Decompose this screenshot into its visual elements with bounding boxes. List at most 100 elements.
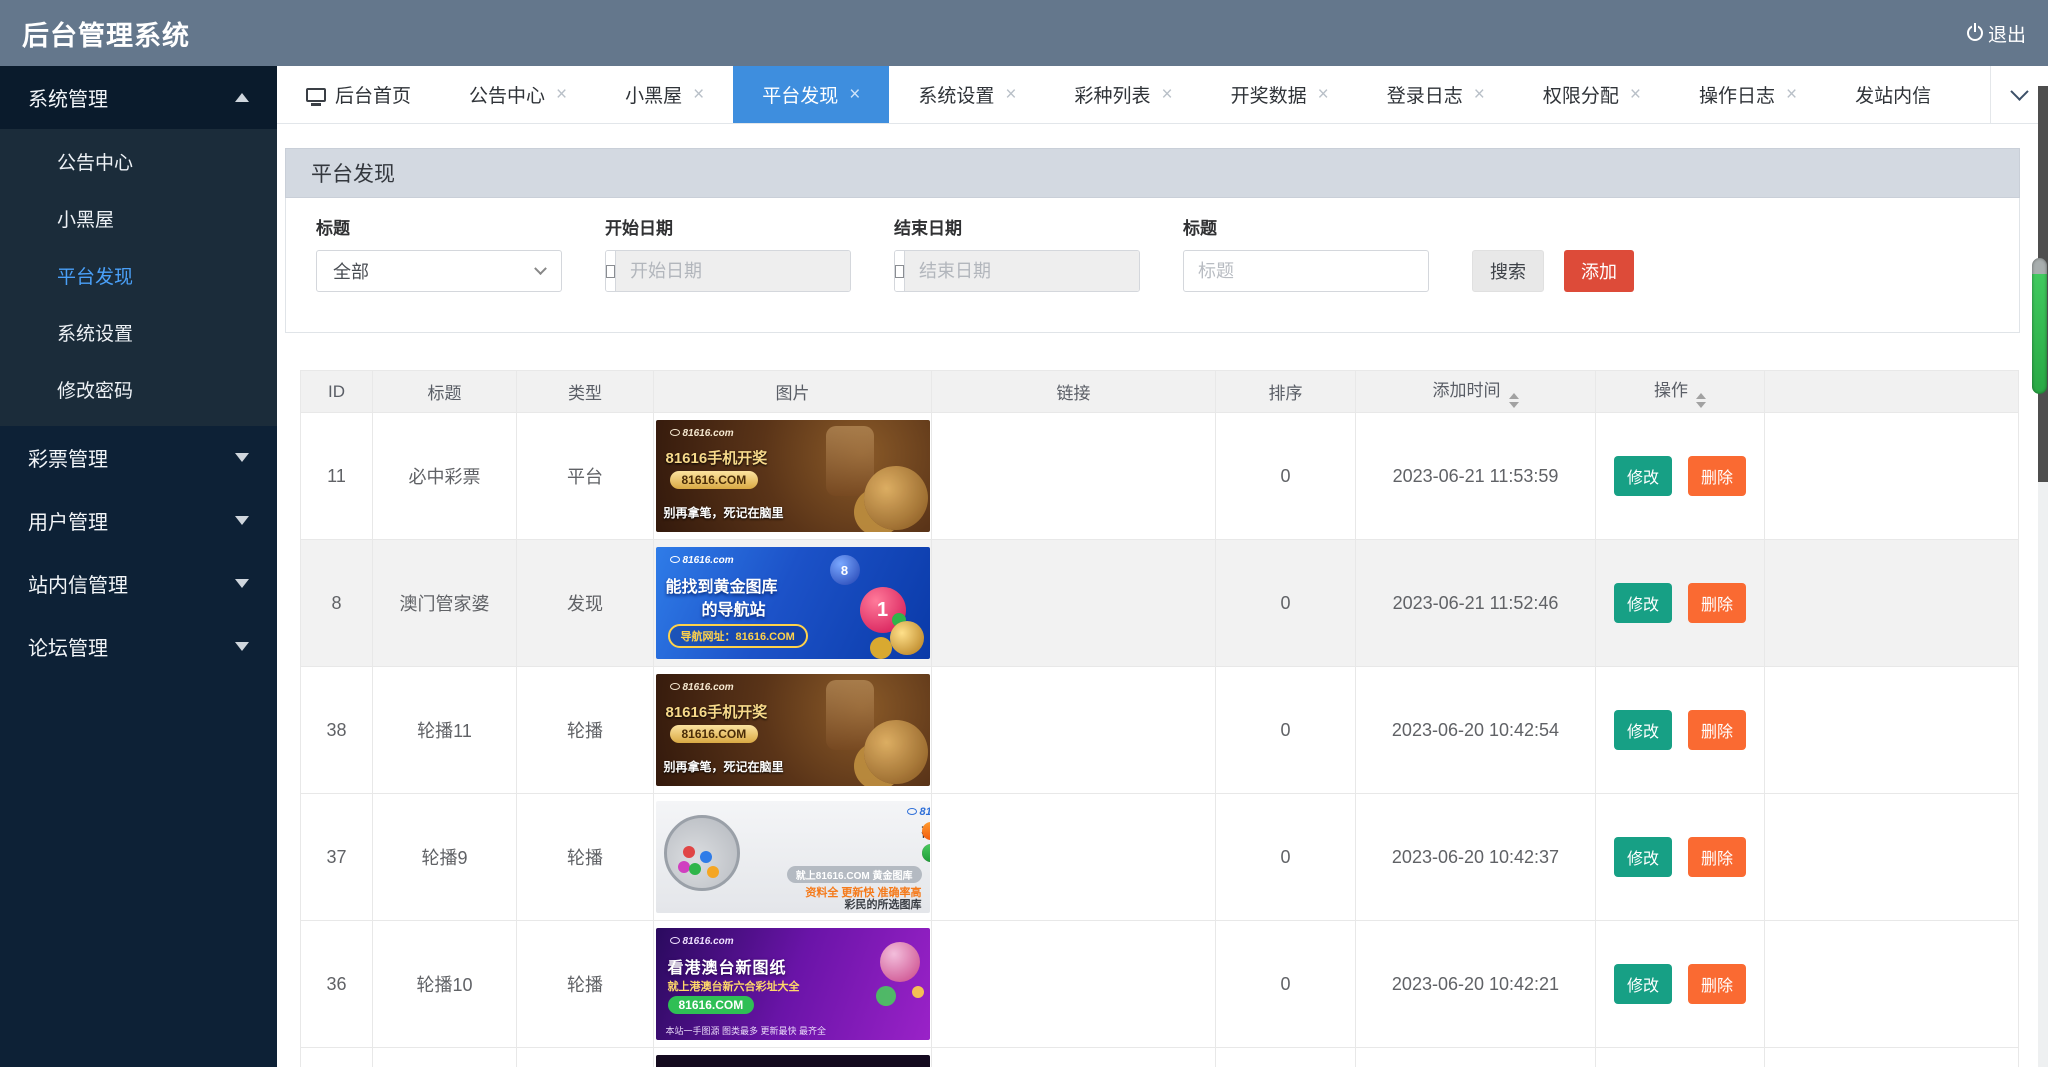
- tab-label: 后台首页: [335, 81, 411, 108]
- type-select[interactable]: 全部: [316, 250, 562, 292]
- close-icon[interactable]: [556, 85, 567, 104]
- sidebar-group-users[interactable]: 用户管理: [0, 489, 277, 552]
- cell-sort: 0: [1216, 413, 1356, 540]
- tab-system-settings[interactable]: 系统设置: [889, 66, 1045, 123]
- cell-title: 轮播11: [373, 667, 517, 794]
- sidebar-submenu: 公告中心 小黑屋 平台发现 系统设置 修改密码: [0, 129, 277, 426]
- sidebar-item-announcement-center[interactable]: 公告中心: [0, 135, 277, 192]
- sidebar-group-lottery[interactable]: 彩票管理: [0, 426, 277, 489]
- delete-button[interactable]: 删除: [1688, 837, 1746, 877]
- delete-button[interactable]: 删除: [1688, 583, 1746, 623]
- cell-image: 81616.com 看港澳台新图纸 就上港澳台新六合彩址大全 81616.COM…: [654, 921, 932, 1048]
- tab-login-log[interactable]: 登录日志: [1358, 66, 1514, 123]
- cell-sort: 0: [1216, 667, 1356, 794]
- edit-button[interactable]: 修改: [1614, 837, 1672, 877]
- close-icon[interactable]: [1474, 85, 1485, 104]
- table-row: 36 轮播10 轮播 81616.com 看港澳台新图纸 就上港澳台新六合彩址大…: [301, 921, 2019, 1048]
- start-date-input[interactable]: [616, 251, 851, 291]
- cell-time: 2023-06-20 10:42:37: [1356, 794, 1596, 921]
- cell-empty: [1765, 921, 2019, 1048]
- tab-operation-log[interactable]: 操作日志: [1670, 66, 1826, 123]
- cell-id: 36: [301, 921, 373, 1048]
- search-button[interactable]: 搜索: [1472, 250, 1544, 292]
- add-button[interactable]: 添加: [1564, 250, 1634, 292]
- scrollbar-thumb[interactable]: [2032, 258, 2047, 394]
- sidebar-group-label: 论坛管理: [28, 632, 108, 661]
- app-header: 后台管理系统 退出: [0, 0, 2048, 66]
- scrollbar: [2038, 86, 2048, 1067]
- delete-button[interactable]: 删除: [1688, 456, 1746, 496]
- cell-actions: 修改删除: [1596, 794, 1765, 921]
- col-sort: 排序: [1216, 371, 1356, 413]
- filter-type-label: 标题: [316, 214, 562, 239]
- col-actions[interactable]: 操作: [1596, 371, 1765, 413]
- col-time[interactable]: 添加时间: [1356, 371, 1596, 413]
- panel-title: 平台发现: [285, 148, 2020, 198]
- tab-draw-data[interactable]: 开奖数据: [1202, 66, 1358, 123]
- sidebar-group-messages[interactable]: 站内信管理: [0, 552, 277, 615]
- cell-empty: [1765, 413, 2019, 540]
- title-input[interactable]: [1183, 250, 1429, 292]
- cell-type: 轮播: [517, 667, 654, 794]
- edit-button[interactable]: 修改: [1614, 710, 1672, 750]
- banner-image: 81616.com 看港澳台新图纸 就上港澳台新六合彩址大全 81616.COM…: [656, 928, 930, 1040]
- sidebar-item-platform-discovery[interactable]: 平台发现: [0, 249, 277, 306]
- tab-home[interactable]: 后台首页: [277, 66, 440, 123]
- sidebar-item-change-password[interactable]: 修改密码: [0, 363, 277, 420]
- close-icon[interactable]: [1005, 85, 1016, 104]
- scrollbar-track-lower[interactable]: [2038, 482, 2048, 1067]
- col-empty: [1765, 371, 2019, 413]
- eye-icon: [670, 683, 680, 690]
- delete-button[interactable]: 删除: [1688, 964, 1746, 1004]
- chevron-down-icon: [235, 453, 249, 462]
- tab-announcement-center[interactable]: 公告中心: [440, 66, 596, 123]
- cell-id: 38: [301, 667, 373, 794]
- calendar-icon[interactable]: [895, 251, 905, 291]
- cell-actions: 修改删除: [1596, 921, 1765, 1048]
- cell-title: 轮播9: [373, 794, 517, 921]
- calendar-icon[interactable]: [606, 251, 616, 291]
- tab-lottery-types[interactable]: 彩种列表: [1046, 66, 1202, 123]
- app-title: 后台管理系统: [22, 14, 190, 53]
- cell-time: 2023-06-20 10:42:21: [1356, 921, 1596, 1048]
- tab-label: 发站内信: [1855, 81, 1931, 108]
- cell-id: 8: [301, 540, 373, 667]
- tab-platform-discovery[interactable]: 平台发现: [733, 66, 889, 123]
- sidebar-item-system-settings[interactable]: 系统设置: [0, 306, 277, 363]
- title-filter-label: 标题: [1183, 214, 1429, 239]
- cell-image: 81616.com 81616手机开奖 81616.COM 别再拿笔，死记在脑里: [654, 667, 932, 794]
- chevron-up-icon: [235, 93, 249, 102]
- end-date-group: [894, 250, 1140, 292]
- close-icon[interactable]: [1162, 85, 1173, 104]
- cell-type: 平台: [517, 413, 654, 540]
- eye-icon: [670, 937, 680, 944]
- delete-button[interactable]: 删除: [1688, 710, 1746, 750]
- logout-button[interactable]: 退出: [1967, 20, 2026, 47]
- cell-empty: [1765, 540, 2019, 667]
- close-icon[interactable]: [1786, 85, 1797, 104]
- end-date-input[interactable]: [905, 251, 1140, 291]
- cell-link: [932, 1048, 1216, 1067]
- tab-blackroom[interactable]: 小黑屋: [596, 66, 733, 123]
- cell-time: 2023-06-21 11:53:59: [1356, 413, 1596, 540]
- cell-link: [932, 667, 1216, 794]
- col-image: 图片: [654, 371, 932, 413]
- close-icon[interactable]: [1630, 85, 1641, 104]
- sidebar-item-blackroom[interactable]: 小黑屋: [0, 192, 277, 249]
- close-icon[interactable]: [693, 85, 704, 104]
- edit-button[interactable]: 修改: [1614, 456, 1672, 496]
- cell-id: 37: [301, 794, 373, 921]
- close-icon[interactable]: [1318, 85, 1329, 104]
- edit-button[interactable]: 修改: [1614, 964, 1672, 1004]
- cell-title: 必中彩票: [373, 413, 517, 540]
- cell-id: 11: [301, 413, 373, 540]
- edit-button[interactable]: 修改: [1614, 583, 1672, 623]
- sidebar-group-forum[interactable]: 论坛管理: [0, 615, 277, 678]
- close-icon[interactable]: [849, 85, 860, 104]
- cell-link: [932, 413, 1216, 540]
- col-id: ID: [301, 371, 373, 413]
- sidebar-group-system[interactable]: 系统管理: [0, 66, 277, 129]
- tab-permissions[interactable]: 权限分配: [1514, 66, 1670, 123]
- tab-send-message[interactable]: 发站内信: [1826, 66, 1960, 123]
- table-row: 8 澳门管家婆 发现 81616.com 能找到黄金图库 的导航站: [301, 540, 2019, 667]
